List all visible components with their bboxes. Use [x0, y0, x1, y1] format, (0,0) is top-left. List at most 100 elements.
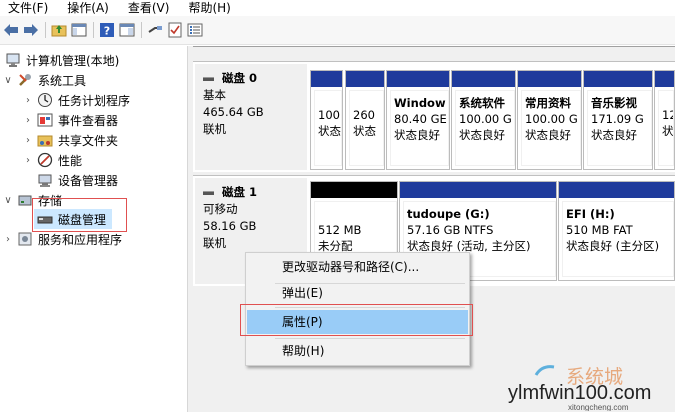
disk-0-partition-system-software[interactable]: 系统软件 100.00 G 状态良好 [451, 70, 516, 170]
disk-0-info[interactable]: 磁盘 0 基本 465.64 GB 联机 [195, 64, 307, 170]
partition-status: 状态 [353, 124, 376, 138]
partition-bar [518, 71, 581, 87]
tree-label: 设备管理器 [58, 173, 119, 188]
partition-name: 音乐影视 [591, 96, 637, 110]
expand-right-icon[interactable]: › [22, 135, 34, 146]
panel-icon[interactable] [119, 22, 135, 38]
partition-size: 57.16 GB NTFS [407, 223, 494, 237]
partition-size: 512 MB [318, 223, 362, 237]
disk-0-partition-2[interactable]: 260 状态 [345, 70, 385, 170]
tree-item-performance[interactable]: › 性能 [22, 150, 82, 170]
check-icon[interactable] [167, 22, 183, 38]
services-icon [17, 231, 33, 247]
partition-status: 状态良好 [525, 128, 571, 142]
partition-status: 状态良好 [394, 128, 440, 142]
disk-0-partition-1[interactable]: 100( 状态 [310, 70, 343, 170]
partition-name: 系统软件 [459, 96, 505, 110]
partition-bar [400, 182, 556, 198]
partition-bar [452, 71, 515, 87]
disk-0-partition-music-video[interactable]: 音乐影视 171.09 G 状态良好 [583, 70, 653, 170]
connect-icon[interactable] [147, 22, 163, 38]
highlight-box-properties [240, 304, 473, 336]
menu-view[interactable]: 查看(V) [128, 0, 170, 16]
folder-up-icon[interactable] [51, 22, 67, 38]
partition-body: 12 状 [658, 90, 674, 166]
partition-size: 100.00 G [459, 112, 512, 126]
partition-size: 80.40 GE [394, 112, 447, 126]
tree-item-shared-folders[interactable]: › 共享文件夹 [22, 130, 118, 150]
tree-item-services-apps[interactable]: › 服务和应用程序 [2, 229, 122, 249]
partition-bar [346, 71, 384, 87]
computer-management-window: 文件(F) 操作(A) 查看(V) 帮助(H) ? 计算机管理(本地) ∨ 系统… [0, 0, 675, 412]
partition-name: tudoupe (G:) [407, 207, 490, 221]
partition-body: 常用资料 100.00 G 状态良好 [521, 90, 581, 166]
partition-status: 状态良好 [459, 128, 505, 142]
disk-0-partition-last[interactable]: 12 状 [654, 70, 675, 170]
tree-label: 共享文件夹 [58, 133, 119, 148]
menu-help[interactable]: 帮助(H) [188, 0, 230, 16]
expand-down-icon[interactable]: ∨ [2, 195, 14, 206]
partition-body: 100( 状态 [314, 90, 342, 166]
partition-name: 常用资料 [525, 96, 571, 110]
disk-0-name: 磁盘 0 [203, 70, 307, 87]
partition-size: 12 [662, 108, 673, 122]
partition-status: 状态良好 (主分区) [566, 239, 660, 253]
menu-action[interactable]: 操作(A) [67, 0, 109, 16]
partition-body: EFI (H:) 510 MB FAT 状态良好 (主分区) [562, 201, 674, 277]
partition-body: Window 80.40 GE 状态良好 [390, 90, 449, 166]
partition-status: 状 [662, 124, 674, 138]
partition-size: 171.09 G [591, 112, 644, 126]
expand-right-icon[interactable]: › [22, 115, 34, 126]
tree-label: 系统工具 [38, 73, 87, 88]
list-icon[interactable] [187, 22, 203, 38]
expand-right-icon[interactable]: › [2, 234, 14, 245]
partition-bar [559, 182, 674, 198]
highlight-box-disk-management [32, 198, 127, 232]
expand-down-icon[interactable]: ∨ [2, 75, 14, 86]
disk-icon [203, 190, 214, 195]
console-tree-icon[interactable] [71, 22, 87, 38]
tree-label: 事件查看器 [58, 113, 119, 128]
tree-item-task-scheduler[interactable]: › 任务计划程序 [22, 90, 130, 110]
disk-0-size: 465.64 GB [203, 105, 264, 119]
tree-item-system-tools[interactable]: ∨ 系统工具 [2, 70, 86, 90]
menu-file[interactable]: 文件(F) [8, 0, 48, 16]
svg-text:?: ? [104, 25, 110, 38]
help-icon[interactable]: ? [99, 22, 115, 38]
partition-size: 510 MB FAT [566, 223, 633, 237]
forward-arrow-icon[interactable] [23, 22, 39, 38]
disk-1-status: 联机 [203, 236, 226, 250]
disk-0-row: 磁盘 0 基本 465.64 GB 联机 100( 状态 260 状态 Wind… [193, 61, 675, 172]
storage-icon [17, 192, 33, 208]
expand-right-icon[interactable]: › [22, 95, 34, 106]
disk-0-status: 联机 [203, 122, 226, 136]
disk-0-partition-common-data[interactable]: 常用资料 100.00 G 状态良好 [517, 70, 582, 170]
disk-0-label: 磁盘 0 [222, 71, 258, 85]
partition-size: 100( [318, 108, 342, 122]
tools-icon [17, 72, 33, 88]
menu-item-change-drive-letter[interactable]: 更改驱动器号和路径(C)... [247, 255, 468, 279]
partition-body: 系统软件 100.00 G 状态良好 [455, 90, 515, 166]
tree-item-device-manager[interactable]: 设备管理器 [34, 170, 118, 190]
disk-1-name: 磁盘 1 [203, 184, 307, 201]
back-arrow-icon[interactable] [3, 22, 19, 38]
tree-label: 服务和应用程序 [38, 232, 123, 247]
menu-bar: 文件(F) 操作(A) 查看(V) 帮助(H) [0, 0, 675, 16]
partition-size: 100.00 G [525, 112, 578, 126]
partition-bar [311, 182, 397, 198]
expand-right-icon[interactable]: › [22, 155, 34, 166]
tree-item-event-viewer[interactable]: › 事件查看器 [22, 110, 118, 130]
device-manager-icon [37, 172, 53, 188]
partition-status: 状态 [318, 124, 341, 138]
toolbar-separator [141, 22, 142, 38]
tree-item-computer-management[interactable]: 计算机管理(本地) [2, 50, 119, 70]
menu-item-eject[interactable]: 弹出(E) [247, 281, 468, 305]
tree-label: 性能 [58, 153, 83, 168]
tree-label: 计算机管理(本地) [26, 53, 120, 68]
menu-item-help[interactable]: 帮助(H) [247, 339, 468, 363]
disk-0-type: 基本 [203, 88, 226, 102]
partition-status: 状态良好 [591, 128, 637, 142]
disk-1-partition-efi[interactable]: EFI (H:) 510 MB FAT 状态良好 (主分区) [558, 181, 675, 281]
disk-0-partition-windows[interactable]: Window 80.40 GE 状态良好 [386, 70, 450, 170]
disk-1-type: 可移动 [203, 202, 238, 216]
